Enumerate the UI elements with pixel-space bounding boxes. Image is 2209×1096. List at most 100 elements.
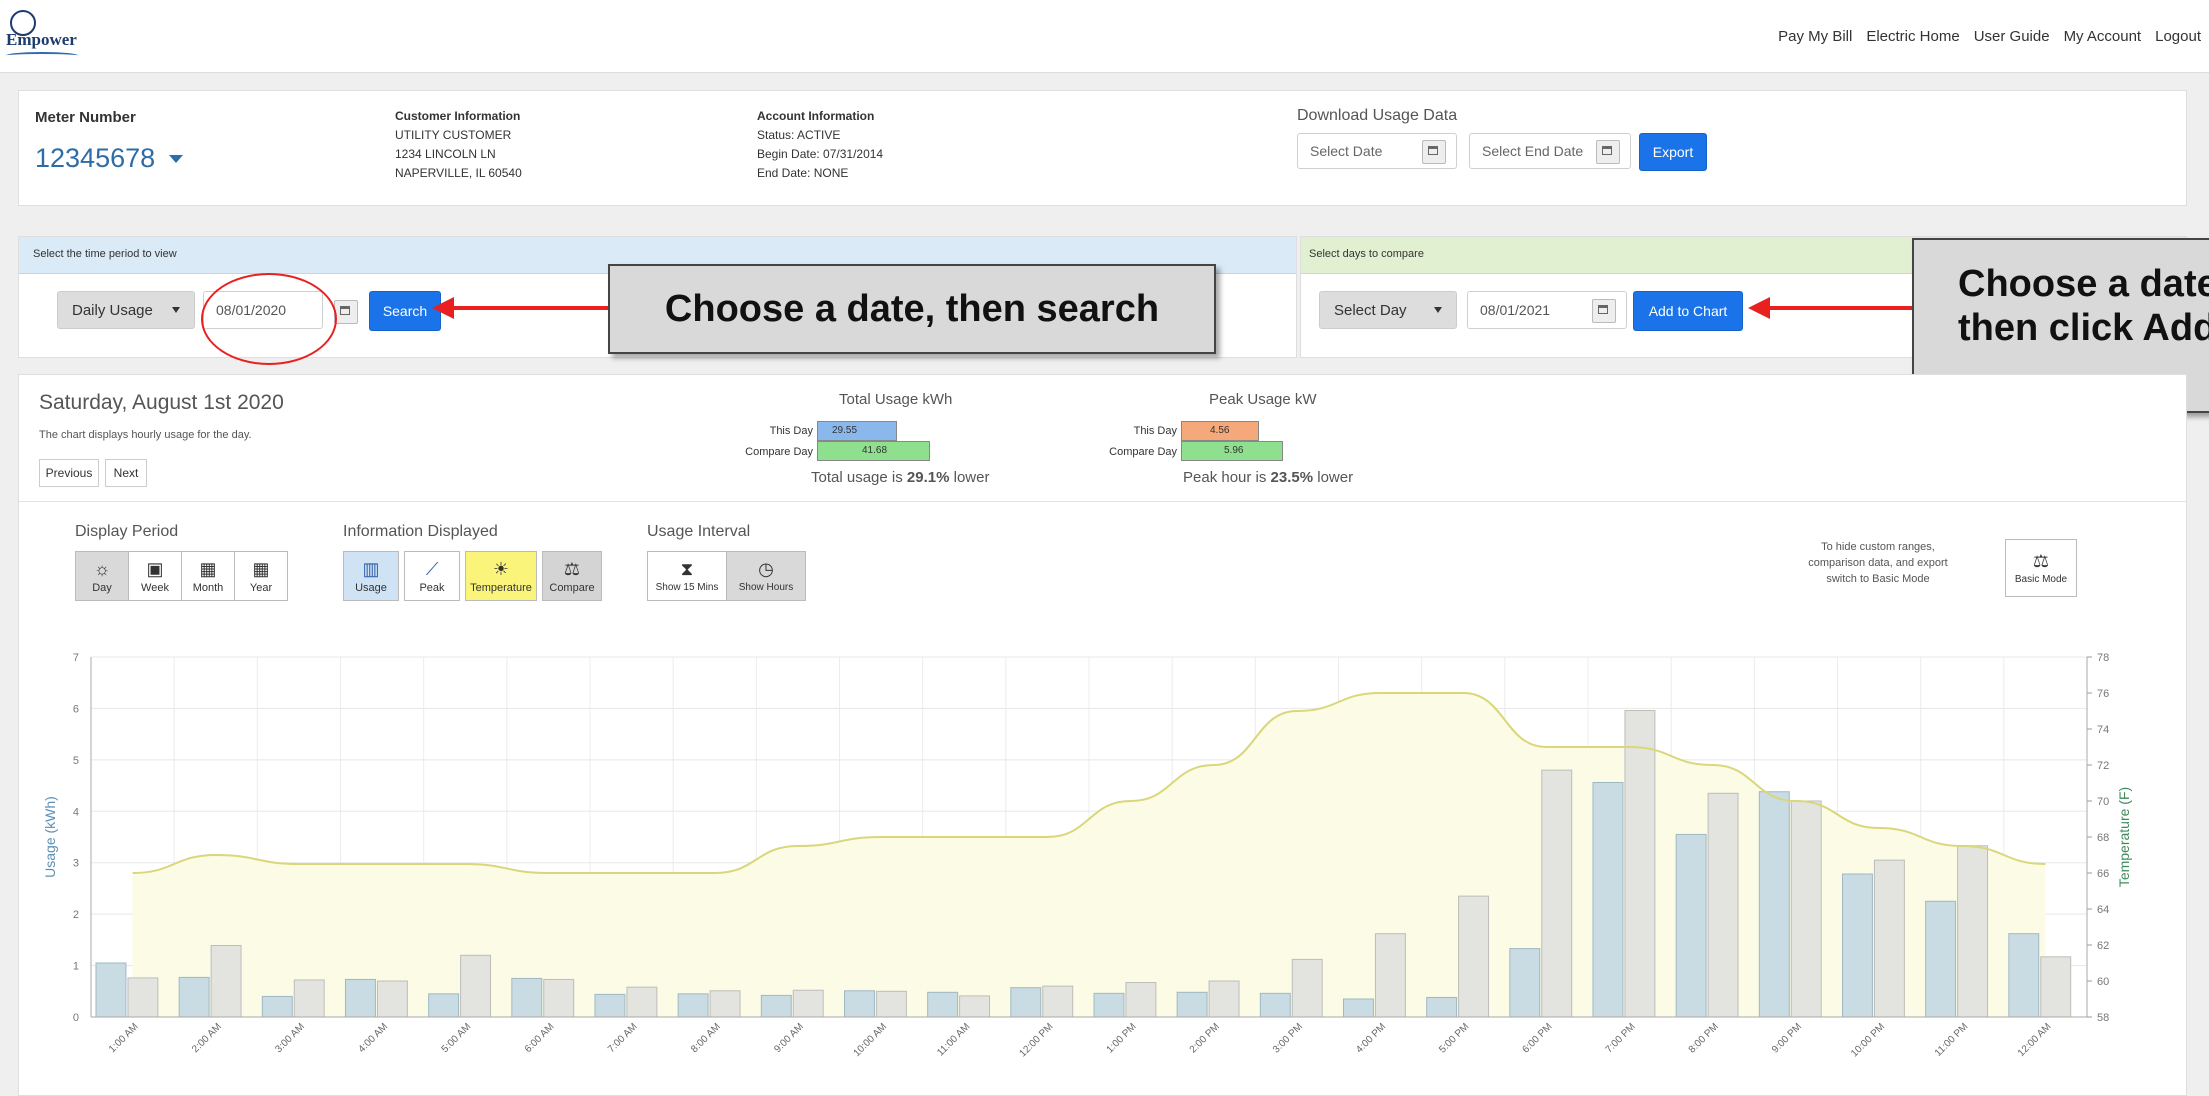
usage-bar — [1342, 998, 1374, 1018]
calendar-icon[interactable] — [1596, 140, 1620, 164]
nav-pay-my-bill[interactable]: Pay My Bill — [1778, 28, 1852, 45]
usage-toggle[interactable]: ▥ Usage — [343, 551, 399, 601]
compare-day-select[interactable]: Select Day — [1319, 291, 1457, 329]
nav-my-account[interactable]: My Account — [2064, 28, 2142, 45]
total-usage-note: Total usage is 29.1% lower — [811, 469, 989, 486]
compare-bar — [1125, 982, 1157, 1018]
account-begin-date: Begin Date: 07/31/2014 — [757, 147, 884, 161]
month-button[interactable]: ▦ Month — [181, 551, 235, 601]
peak-toggle-label: Peak — [419, 581, 445, 594]
show-hours-label: Show Hours — [738, 582, 794, 593]
y2-axis-title: Temperature (F) — [2116, 787, 2132, 887]
x-tick-label: 12:00 PM — [1017, 1021, 1055, 1059]
total-note-value: 29.1% — [906, 469, 950, 486]
clock-icon: ◷ — [758, 559, 774, 579]
usage-chart-panel: Saturday, August 1st 2020 The chart disp… — [18, 374, 2187, 1096]
x-tick-label: 1:00 PM — [1105, 1021, 1139, 1055]
export-button[interactable]: Export — [1639, 133, 1707, 171]
peak-note-value: 23.5% — [1270, 469, 1314, 486]
usage-bar — [261, 995, 293, 1018]
x-tick-label: 1:00 AM — [107, 1021, 141, 1055]
compare-bar — [543, 978, 575, 1018]
usage-bar — [760, 994, 792, 1018]
customer-address-2: NAPERVILLE, IL 60540 — [395, 166, 522, 180]
nav-logout[interactable]: Logout — [2155, 28, 2201, 45]
x-tick-label: 4:00 AM — [356, 1021, 390, 1055]
logo-wave — [6, 52, 78, 59]
usage-type-select[interactable]: Daily Usage — [57, 291, 195, 329]
sun-icon: ☼ — [93, 558, 111, 579]
download-start-placeholder: Select Date — [1310, 143, 1383, 159]
compare-date-value: 08/01/2021 — [1480, 302, 1551, 318]
section-divider — [19, 501, 2186, 502]
arrow-head-icon — [432, 297, 454, 319]
callout-search: Choose a date, then search — [608, 264, 1216, 354]
nav-electric-home[interactable]: Electric Home — [1866, 28, 1959, 45]
info-displayed-title: Information Displayed — [343, 523, 498, 540]
usage-bar — [927, 991, 959, 1018]
compare-bar — [1873, 859, 1905, 1018]
x-tick-label: 9:00 AM — [772, 1021, 806, 1055]
account-status: Status: ACTIVE — [757, 128, 841, 142]
y2-tick-label: 64 — [2097, 904, 2109, 916]
account-info: Account Information Status: ACTIVE Begin… — [757, 107, 883, 183]
x-tick-label: 10:00 AM — [852, 1021, 890, 1059]
day-button[interactable]: ☼ Day — [75, 551, 129, 601]
calendar-icon[interactable] — [1422, 140, 1446, 164]
usage-bar — [344, 978, 376, 1018]
basic-mode-button[interactable]: ⚖ Basic Mode — [2005, 539, 2077, 597]
show-15-mins-button[interactable]: ⧗ Show 15 Mins — [647, 551, 727, 601]
compare-bar — [1458, 895, 1490, 1018]
x-tick-label: 3:00 PM — [1271, 1021, 1305, 1055]
download-end-placeholder: Select End Date — [1482, 143, 1584, 159]
usage-toggle-label: Usage — [355, 581, 387, 594]
previous-button[interactable]: Previous — [39, 459, 99, 487]
search-button[interactable]: Search — [369, 291, 441, 331]
x-tick-label: 5:00 AM — [440, 1021, 474, 1055]
caret-down-icon — [172, 307, 180, 313]
download-start-date[interactable]: Select Date — [1297, 133, 1457, 169]
peak-this-day-bar: 4.56 — [1181, 421, 1259, 441]
compare-date-input[interactable]: 08/01/2021 — [1467, 291, 1627, 329]
show-hours-button[interactable]: ◷ Show Hours — [726, 551, 806, 601]
x-tick-label: 10:00 PM — [1849, 1021, 1887, 1059]
calendar-icon[interactable] — [1592, 299, 1616, 323]
compare-toggle[interactable]: ⚖ Compare — [542, 551, 602, 601]
meter-number-select[interactable]: 12345678 — [35, 143, 184, 174]
download-end-date[interactable]: Select End Date — [1469, 133, 1631, 169]
year-button[interactable]: ▦ Year — [234, 551, 288, 601]
meter-info-panel: Meter Number 12345678 Customer Informati… — [18, 90, 2187, 206]
next-button[interactable]: Next — [105, 459, 147, 487]
logo[interactable]: Empower — [6, 8, 86, 64]
compare-bar — [1208, 980, 1240, 1018]
y2-tick-label: 76 — [2097, 688, 2109, 700]
usage-bar — [2008, 933, 2040, 1018]
temperature-toggle[interactable]: ☀ Temperature — [465, 551, 537, 601]
usage-bar — [1259, 992, 1291, 1018]
x-tick-label: 6:00 PM — [1520, 1021, 1554, 1055]
usage-bar — [1592, 781, 1624, 1018]
compare-bar — [1707, 792, 1739, 1018]
usage-bar — [1509, 948, 1541, 1018]
y-tick-label: 1 — [73, 961, 79, 973]
total-compare-day-label: Compare Day — [745, 446, 813, 458]
week-button[interactable]: ▣ Week — [128, 551, 182, 601]
x-tick-label: 8:00 PM — [1687, 1021, 1721, 1055]
callout-compare-text: Choose a date to compare, then click Add… — [1958, 263, 2209, 349]
time-period-header-text: Select the time period to view — [33, 248, 177, 260]
add-to-chart-button[interactable]: Add to Chart — [1633, 291, 1743, 331]
y-axis-title: Usage (kWh) — [42, 796, 58, 878]
usage-bar — [1010, 987, 1042, 1018]
y-tick-label: 6 — [73, 703, 79, 715]
peak-toggle[interactable]: ⟋ Peak — [404, 551, 460, 601]
weather-icon: ☀ — [492, 558, 510, 579]
y-tick-label: 7 — [73, 652, 79, 664]
calendar-icon[interactable] — [334, 300, 358, 324]
usage-bar — [1925, 900, 1957, 1018]
peak-note-suffix: lower — [1313, 469, 1354, 486]
callout-arrow-left — [440, 306, 608, 310]
total-usage-title: Total Usage kWh — [839, 391, 953, 408]
highlight-circle — [201, 273, 337, 365]
nav-user-guide[interactable]: User Guide — [1974, 28, 2050, 45]
y2-tick-label: 70 — [2097, 796, 2109, 808]
